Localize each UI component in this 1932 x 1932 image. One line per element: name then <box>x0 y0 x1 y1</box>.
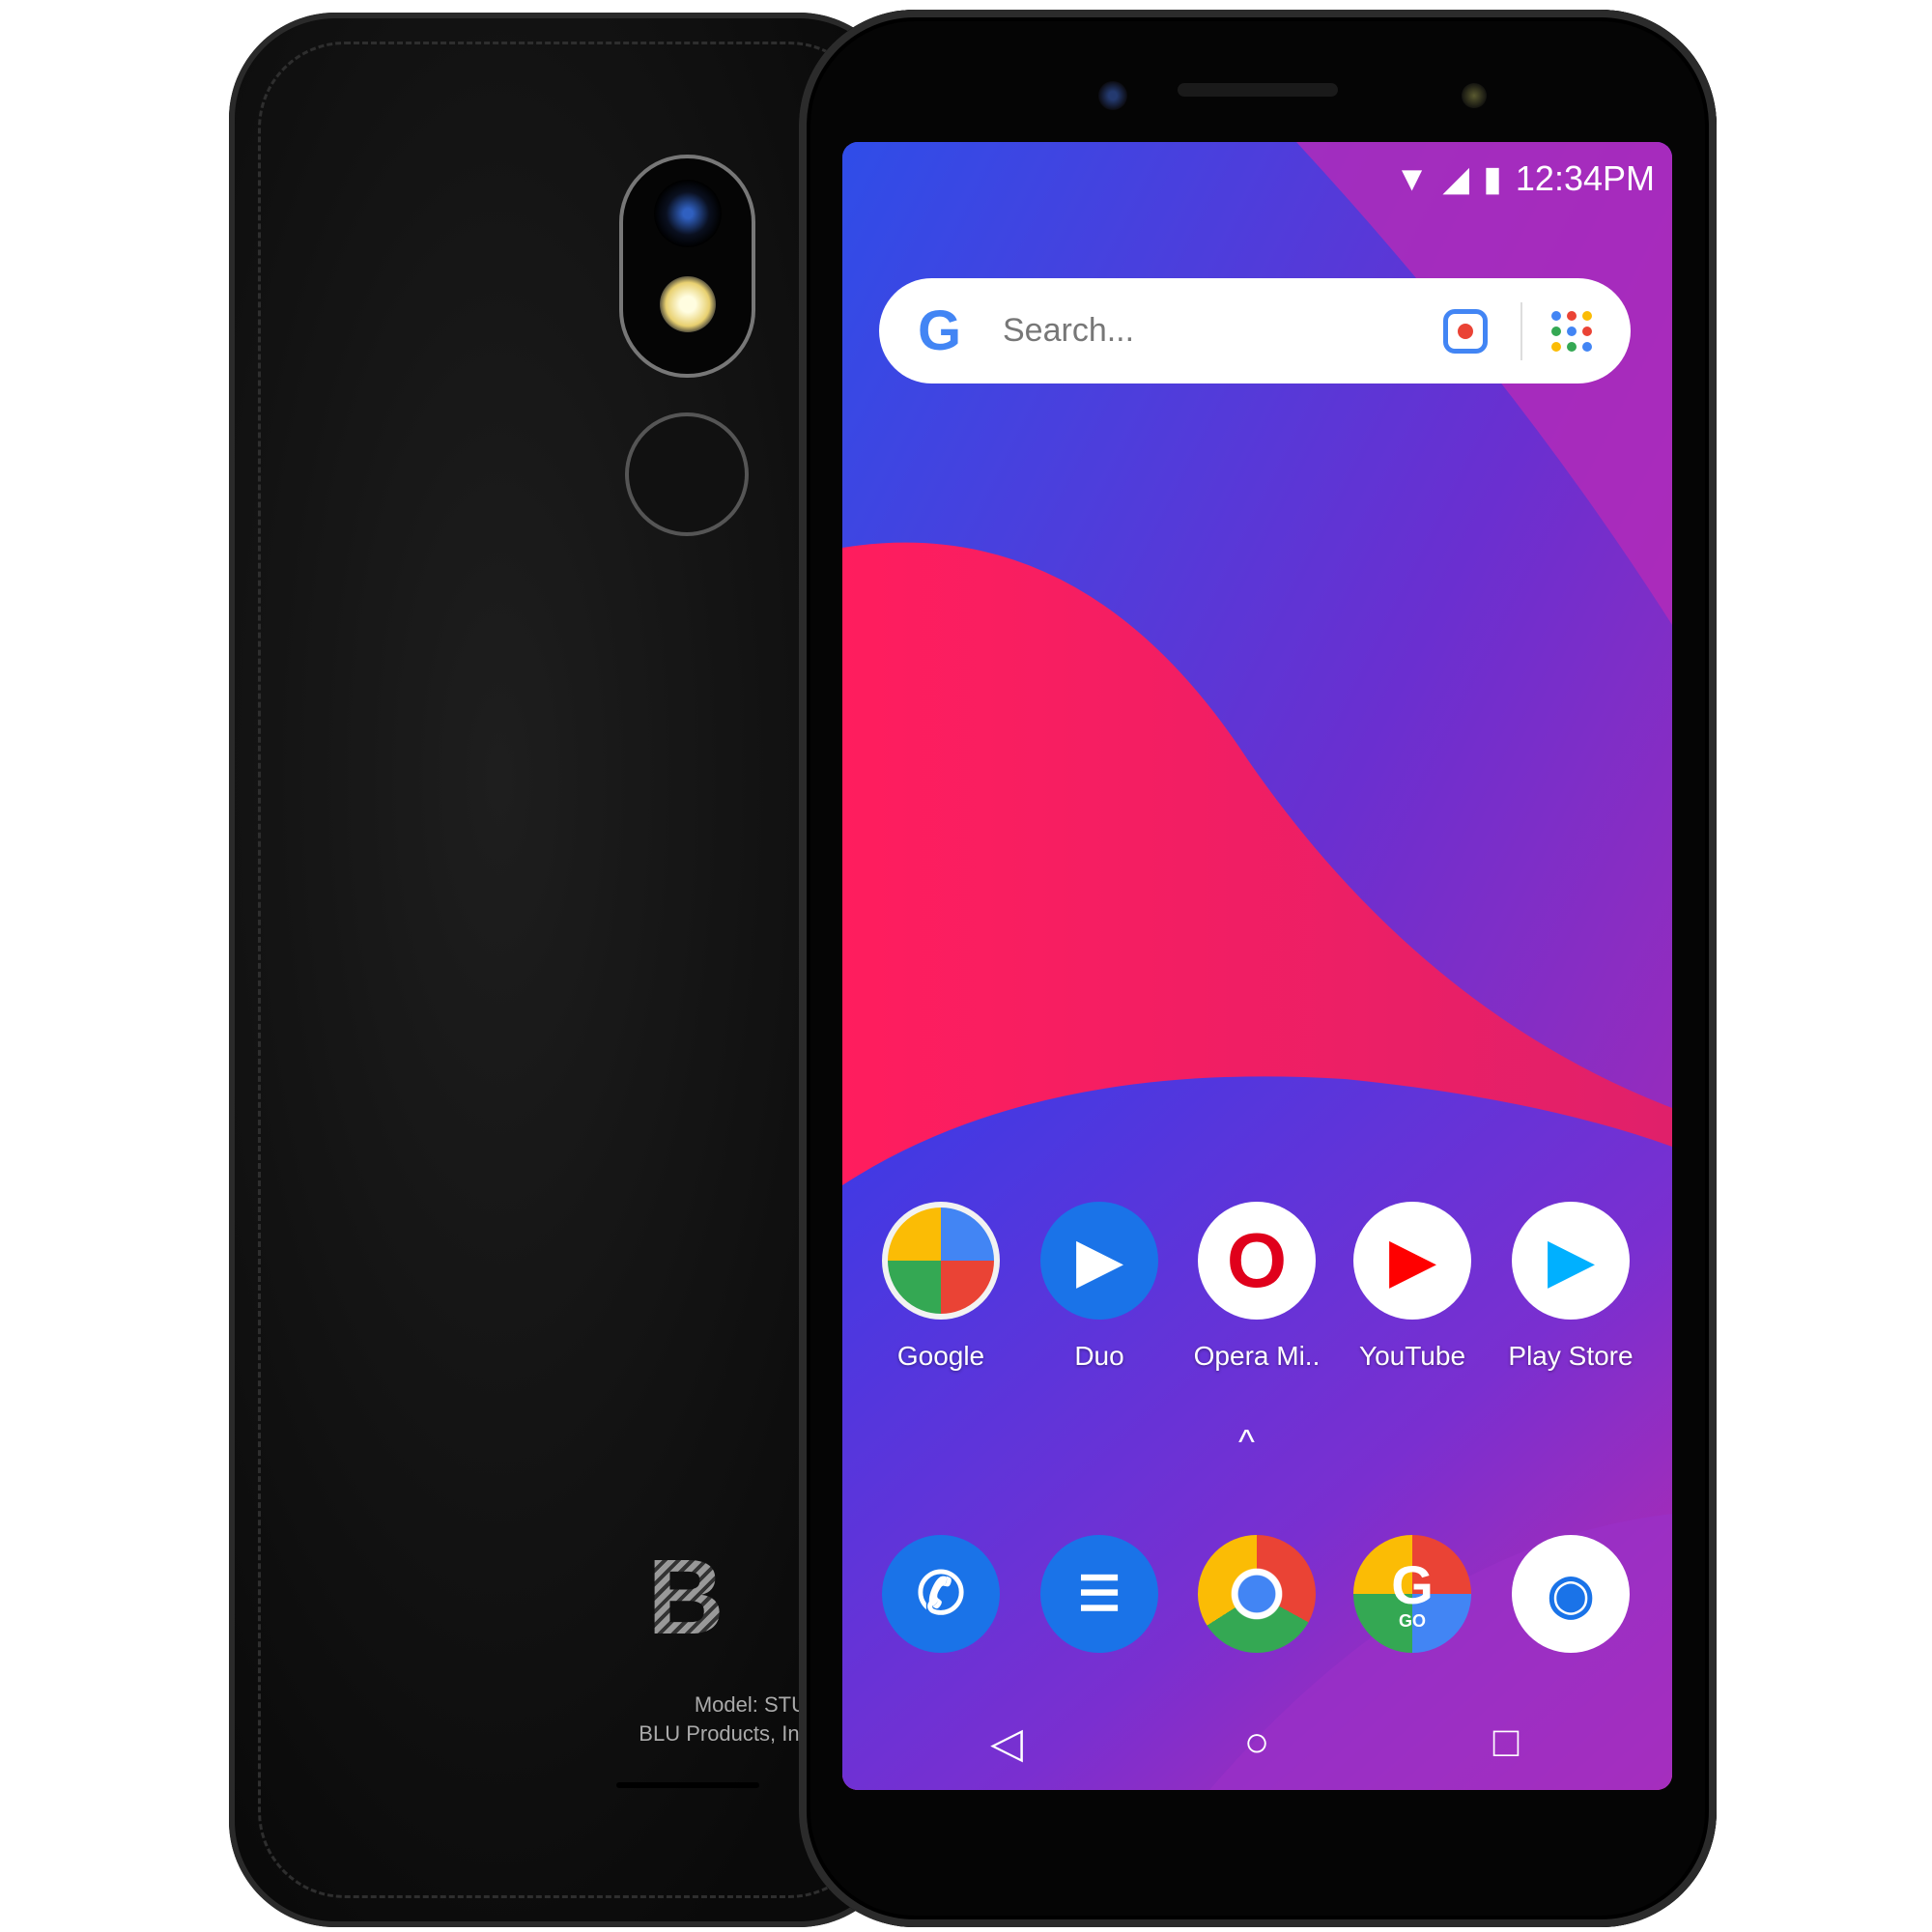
earpiece <box>1178 83 1338 97</box>
app-play-store[interactable]: ▶ Play Store <box>1493 1202 1648 1372</box>
battery-icon: ▮ <box>1483 158 1502 198</box>
dock-chrome[interactable] <box>1179 1535 1334 1653</box>
youtube-icon: ▶ <box>1353 1202 1471 1320</box>
app-drawer-chevron-icon[interactable]: ^ <box>1238 1422 1255 1463</box>
search-input[interactable]: Search... <box>1003 312 1443 350</box>
app-label: Google <box>896 1341 985 1371</box>
home-screen: ▼ ◢ ▮ 12:34PM G Search... Google ▶ Duo O… <box>842 142 1672 1790</box>
flash-icon <box>660 276 716 332</box>
dock-phone[interactable]: ✆ <box>864 1535 1018 1653</box>
app-label: Opera Mi.. <box>1193 1341 1321 1371</box>
dock-messages[interactable]: ☰ <box>1022 1535 1177 1653</box>
google-folder-icon <box>882 1202 1000 1320</box>
google-lens-icon[interactable] <box>1443 308 1488 354</box>
app-opera-mini[interactable]: O Opera Mi.. <box>1179 1202 1334 1372</box>
app-duo[interactable]: ▶ Duo <box>1022 1202 1177 1372</box>
nav-home-button[interactable]: ○ <box>1228 1719 1286 1767</box>
clock: 12:34PM <box>1515 158 1655 198</box>
apps-grid-icon[interactable] <box>1551 310 1592 352</box>
dock-google-go[interactable]: G GO <box>1335 1535 1490 1653</box>
rear-camera-lens <box>654 180 722 247</box>
opera-mini-icon: O <box>1198 1202 1316 1320</box>
speaker-slot <box>616 1782 759 1788</box>
app-label: Duo <box>1074 1341 1124 1371</box>
chrome-icon <box>1198 1535 1316 1653</box>
proximity-sensor <box>1462 83 1487 108</box>
app-label: YouTube <box>1358 1341 1466 1371</box>
app-google[interactable]: Google <box>864 1202 1018 1372</box>
google-go-icon: G GO <box>1353 1535 1471 1653</box>
duo-icon: ▶ <box>1040 1202 1158 1320</box>
blu-logo: B <box>647 1538 724 1657</box>
search-bar[interactable]: G Search... <box>879 278 1631 384</box>
messages-icon: ☰ <box>1040 1535 1158 1653</box>
leather-stitching <box>258 42 876 1898</box>
fingerprint-sensor <box>625 412 749 536</box>
status-bar: ▼ ◢ ▮ 12:34PM <box>1394 158 1655 198</box>
go-badge: GO <box>1398 1611 1426 1631</box>
app-youtube[interactable]: ▶ YouTube <box>1335 1202 1490 1372</box>
front-camera <box>1098 81 1127 110</box>
camera-icon: ◉ <box>1512 1535 1630 1653</box>
divider <box>1520 301 1522 360</box>
nav-back-button[interactable]: ◁ <box>978 1719 1036 1768</box>
google-logo-icon: G <box>918 299 962 362</box>
wifi-icon: ▼ <box>1394 158 1430 198</box>
phone-icon: ✆ <box>882 1535 1000 1653</box>
signal-icon: ◢ <box>1442 158 1470 198</box>
dock-camera[interactable]: ◉ <box>1493 1535 1648 1653</box>
app-label: Play Store <box>1508 1341 1634 1371</box>
nav-recents-button[interactable]: □ <box>1477 1719 1535 1767</box>
play-store-icon: ▶ <box>1512 1202 1630 1320</box>
rear-camera-module <box>619 155 755 378</box>
